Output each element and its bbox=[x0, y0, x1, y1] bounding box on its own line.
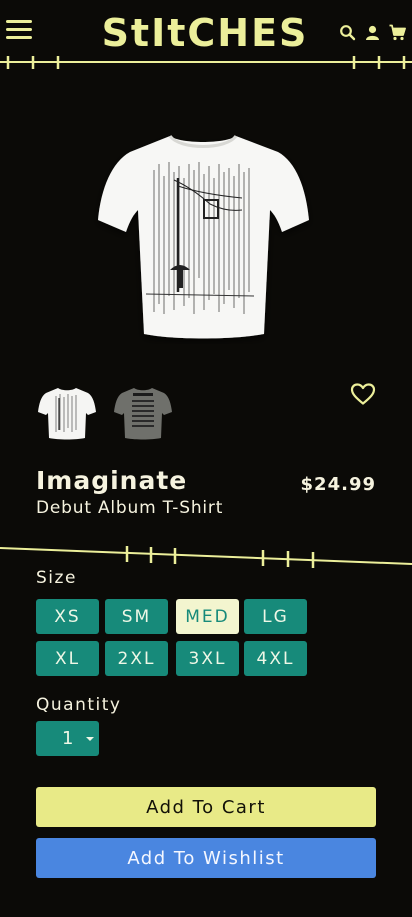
gray-shirt-thumbnail[interactable] bbox=[114, 384, 172, 442]
add-to-wishlist-button[interactable]: Add To Wishlist bbox=[36, 838, 376, 878]
size-option-4xl[interactable]: 4XL bbox=[244, 641, 307, 676]
product-subtitle: Debut Album T-Shirt bbox=[36, 498, 224, 518]
size-option-2xl[interactable]: 2XL bbox=[105, 641, 168, 676]
white-shirt-thumbnail[interactable] bbox=[38, 384, 96, 442]
add-to-cart-button[interactable]: Add To Cart bbox=[36, 787, 376, 827]
header-icons bbox=[339, 24, 406, 41]
size-label: Size bbox=[36, 568, 77, 588]
product-image bbox=[98, 134, 309, 339]
quantity-label: Quantity bbox=[36, 695, 122, 715]
heart-icon[interactable] bbox=[350, 382, 376, 406]
size-option-sm[interactable]: SM bbox=[105, 599, 168, 634]
product-price: $24.99 bbox=[300, 474, 376, 495]
size-option-lg[interactable]: LG bbox=[244, 599, 307, 634]
product-title: Imaginate bbox=[36, 466, 188, 495]
quantity-value: 1 bbox=[62, 728, 74, 749]
menu-icon[interactable] bbox=[6, 20, 32, 46]
logo[interactable]: StItCHES bbox=[60, 8, 350, 58]
size-option-xs[interactable]: XS bbox=[36, 599, 99, 634]
thumbnail-strip bbox=[38, 384, 172, 442]
chevron-down-icon bbox=[86, 737, 94, 741]
quantity-select[interactable]: 1 bbox=[36, 721, 99, 756]
stitch-divider bbox=[0, 56, 412, 69]
cart-icon[interactable] bbox=[389, 24, 406, 41]
user-icon[interactable] bbox=[364, 24, 381, 41]
size-option-3xl[interactable]: 3XL bbox=[176, 641, 239, 676]
size-option-xl[interactable]: XL bbox=[36, 641, 99, 676]
size-option-med[interactable]: MED bbox=[176, 599, 239, 634]
search-icon[interactable] bbox=[339, 24, 356, 41]
